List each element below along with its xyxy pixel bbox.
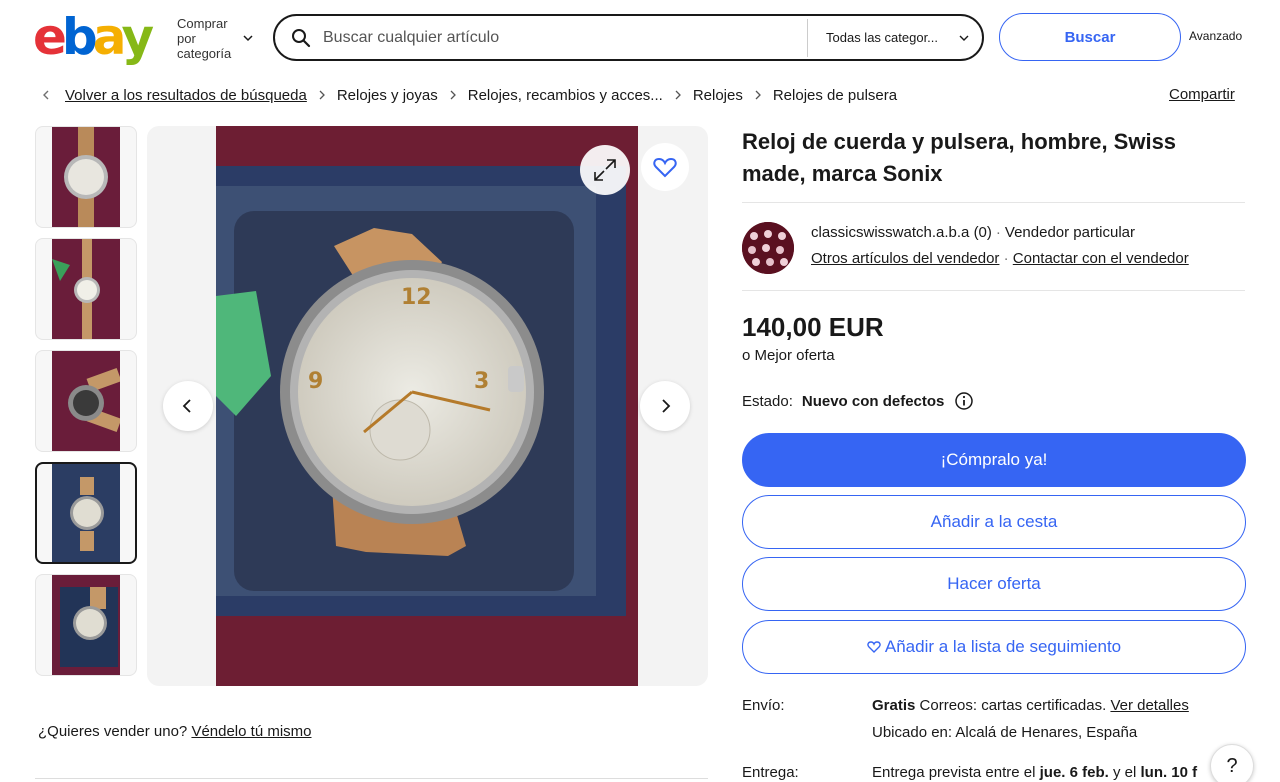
chevron-right-icon [755,90,761,100]
delivery-value: Entrega prevista entre el jue. 6 feb. y … [872,764,1197,781]
shop-by-category-button[interactable]: Comprar por categoría [177,14,257,62]
chevron-right-icon [450,90,456,100]
shop-by-category-label: Comprar por categoría [177,15,232,61]
breadcrumb-item-wristwatches[interactable]: Relojes de pulsera [773,87,897,104]
delivery-date-to: lun. 10 f [1140,764,1198,781]
svg-text:12: 12 [401,285,432,310]
add-to-cart-button[interactable]: Añadir a la cesta [742,495,1246,549]
watch-thumbnail-image [52,464,120,562]
sell-it-link[interactable]: Véndelo tú mismo [191,723,311,740]
category-select[interactable]: Todas las categor... [807,18,982,57]
search-icon [292,28,311,47]
divider [742,202,1245,203]
ebay-logo[interactable]: e b a y [33,8,154,66]
shipping-free: Gratis [872,697,916,714]
condition-row: Estado: Nuevo con defectos [742,391,974,411]
back-arrow-icon[interactable] [35,84,57,106]
watchlist-heart-button[interactable] [641,143,689,191]
logo-letter-b: b [61,8,98,66]
chevron-right-icon [319,90,325,100]
divider [742,290,1245,291]
shipping-value: Gratis Correos: cartas certificadas. Ver… [872,697,1189,714]
fullscreen-button[interactable] [580,145,630,195]
seller-name[interactable]: classicswisswatch.a.b.a [811,224,969,241]
main-image-viewer[interactable]: 12 9 3 [147,126,708,686]
shipping-details-link[interactable]: Ver detalles [1110,697,1188,714]
thumbnail-3[interactable] [35,350,137,452]
seller-links: Otros artículos del vendedor · Contactar… [811,250,1189,267]
shipping-label: Envío: [742,697,785,714]
advanced-search-link[interactable]: Avanzado [1189,29,1242,43]
search-button[interactable]: Buscar [999,13,1181,61]
watch-thumbnail-image [52,127,120,227]
watch-thumbnail-image [52,351,120,451]
watch-thumbnail-image [52,239,120,339]
search-input[interactable] [311,16,807,59]
next-image-button[interactable] [640,381,690,431]
sell-prompt: ¿Quieres vender uno? Véndelo tú mismo [38,723,312,740]
logo-letter-a: a [92,8,127,66]
back-to-results-link[interactable]: Volver a los resultados de búsqueda [65,87,307,104]
delivery-connector: y el [1112,764,1137,781]
seller-other-items-link[interactable]: Otros artículos del vendedor [811,250,999,267]
share-link[interactable]: Compartir [1169,86,1235,103]
category-select-value: Todas las categor... [826,30,939,45]
shipping-method: Correos: cartas certificadas. [919,697,1107,714]
chevron-right-icon [675,90,681,100]
search-bar: Todas las categor... [273,14,984,61]
chevron-down-icon [959,35,969,41]
add-to-watchlist-label: Añadir a la lista de seguimiento [884,637,1122,656]
logo-letter-y: y [121,8,154,66]
thumbnail-5[interactable] [35,574,137,676]
listing-title: Reloj de cuerda y pulsera, hombre, Swiss… [742,129,1177,186]
breadcrumb-item-watches[interactable]: Relojes [693,87,743,104]
contact-seller-link[interactable]: Contactar con el vendedor [1013,250,1189,267]
add-to-watchlist-button[interactable]: Añadir a la lista de seguimiento [742,620,1246,674]
thumbnail-2[interactable] [35,238,137,340]
buy-now-button[interactable]: ¡Cómpralo ya! [742,433,1246,487]
help-button[interactable]: ? [1210,744,1254,782]
prev-image-button[interactable] [163,381,213,431]
best-offer-label: o Mejor oferta [742,347,835,364]
breadcrumb-item-watches-parts[interactable]: Relojes, recambios y acces... [468,87,663,104]
seller-avatar[interactable] [742,222,794,274]
heart-icon [653,157,677,178]
chevron-right-icon [662,399,671,413]
heart-icon [867,641,881,653]
price: 140,00 EUR [742,312,884,342]
seller-type: Vendedor particular [1004,224,1135,241]
watch-thumbnail-image [52,575,120,675]
make-offer-button[interactable]: Hacer oferta [742,557,1246,611]
expand-icon [594,159,616,181]
delivery-prefix: Entrega prevista entre el [872,764,1036,781]
thumbnail-4[interactable] [35,462,137,564]
svg-text:3: 3 [474,369,489,394]
seller-info: classicswisswatch.a.b.a (0) · Vendedor par… [811,224,1135,241]
breadcrumb-item-jewelry[interactable]: Relojes y joyas [337,87,438,104]
breadcrumb: Volver a los resultados de búsqueda Relo… [35,84,897,106]
divider [35,778,708,779]
delivery-label: Entrega: [742,764,799,781]
watch-main-photo: 12 9 3 [216,126,638,686]
info-icon[interactable] [954,391,974,411]
condition-value: Nuevo con defectos [801,392,945,410]
item-location: Ubicado en: Alcalá de Henares, España [872,724,1138,741]
logo-letter-e: e [33,8,67,66]
condition-label: Estado: [742,392,793,410]
chevron-down-icon [243,35,253,42]
chevron-left-icon [182,399,191,413]
svg-text:9: 9 [308,369,323,394]
thumbnail-1[interactable] [35,126,137,228]
delivery-date-from: jue. 6 feb. [1039,764,1109,781]
seller-avatar-image [742,222,794,274]
sell-prompt-text: ¿Quieres vender uno? [38,723,188,740]
seller-feedback[interactable]: (0) [974,224,992,241]
